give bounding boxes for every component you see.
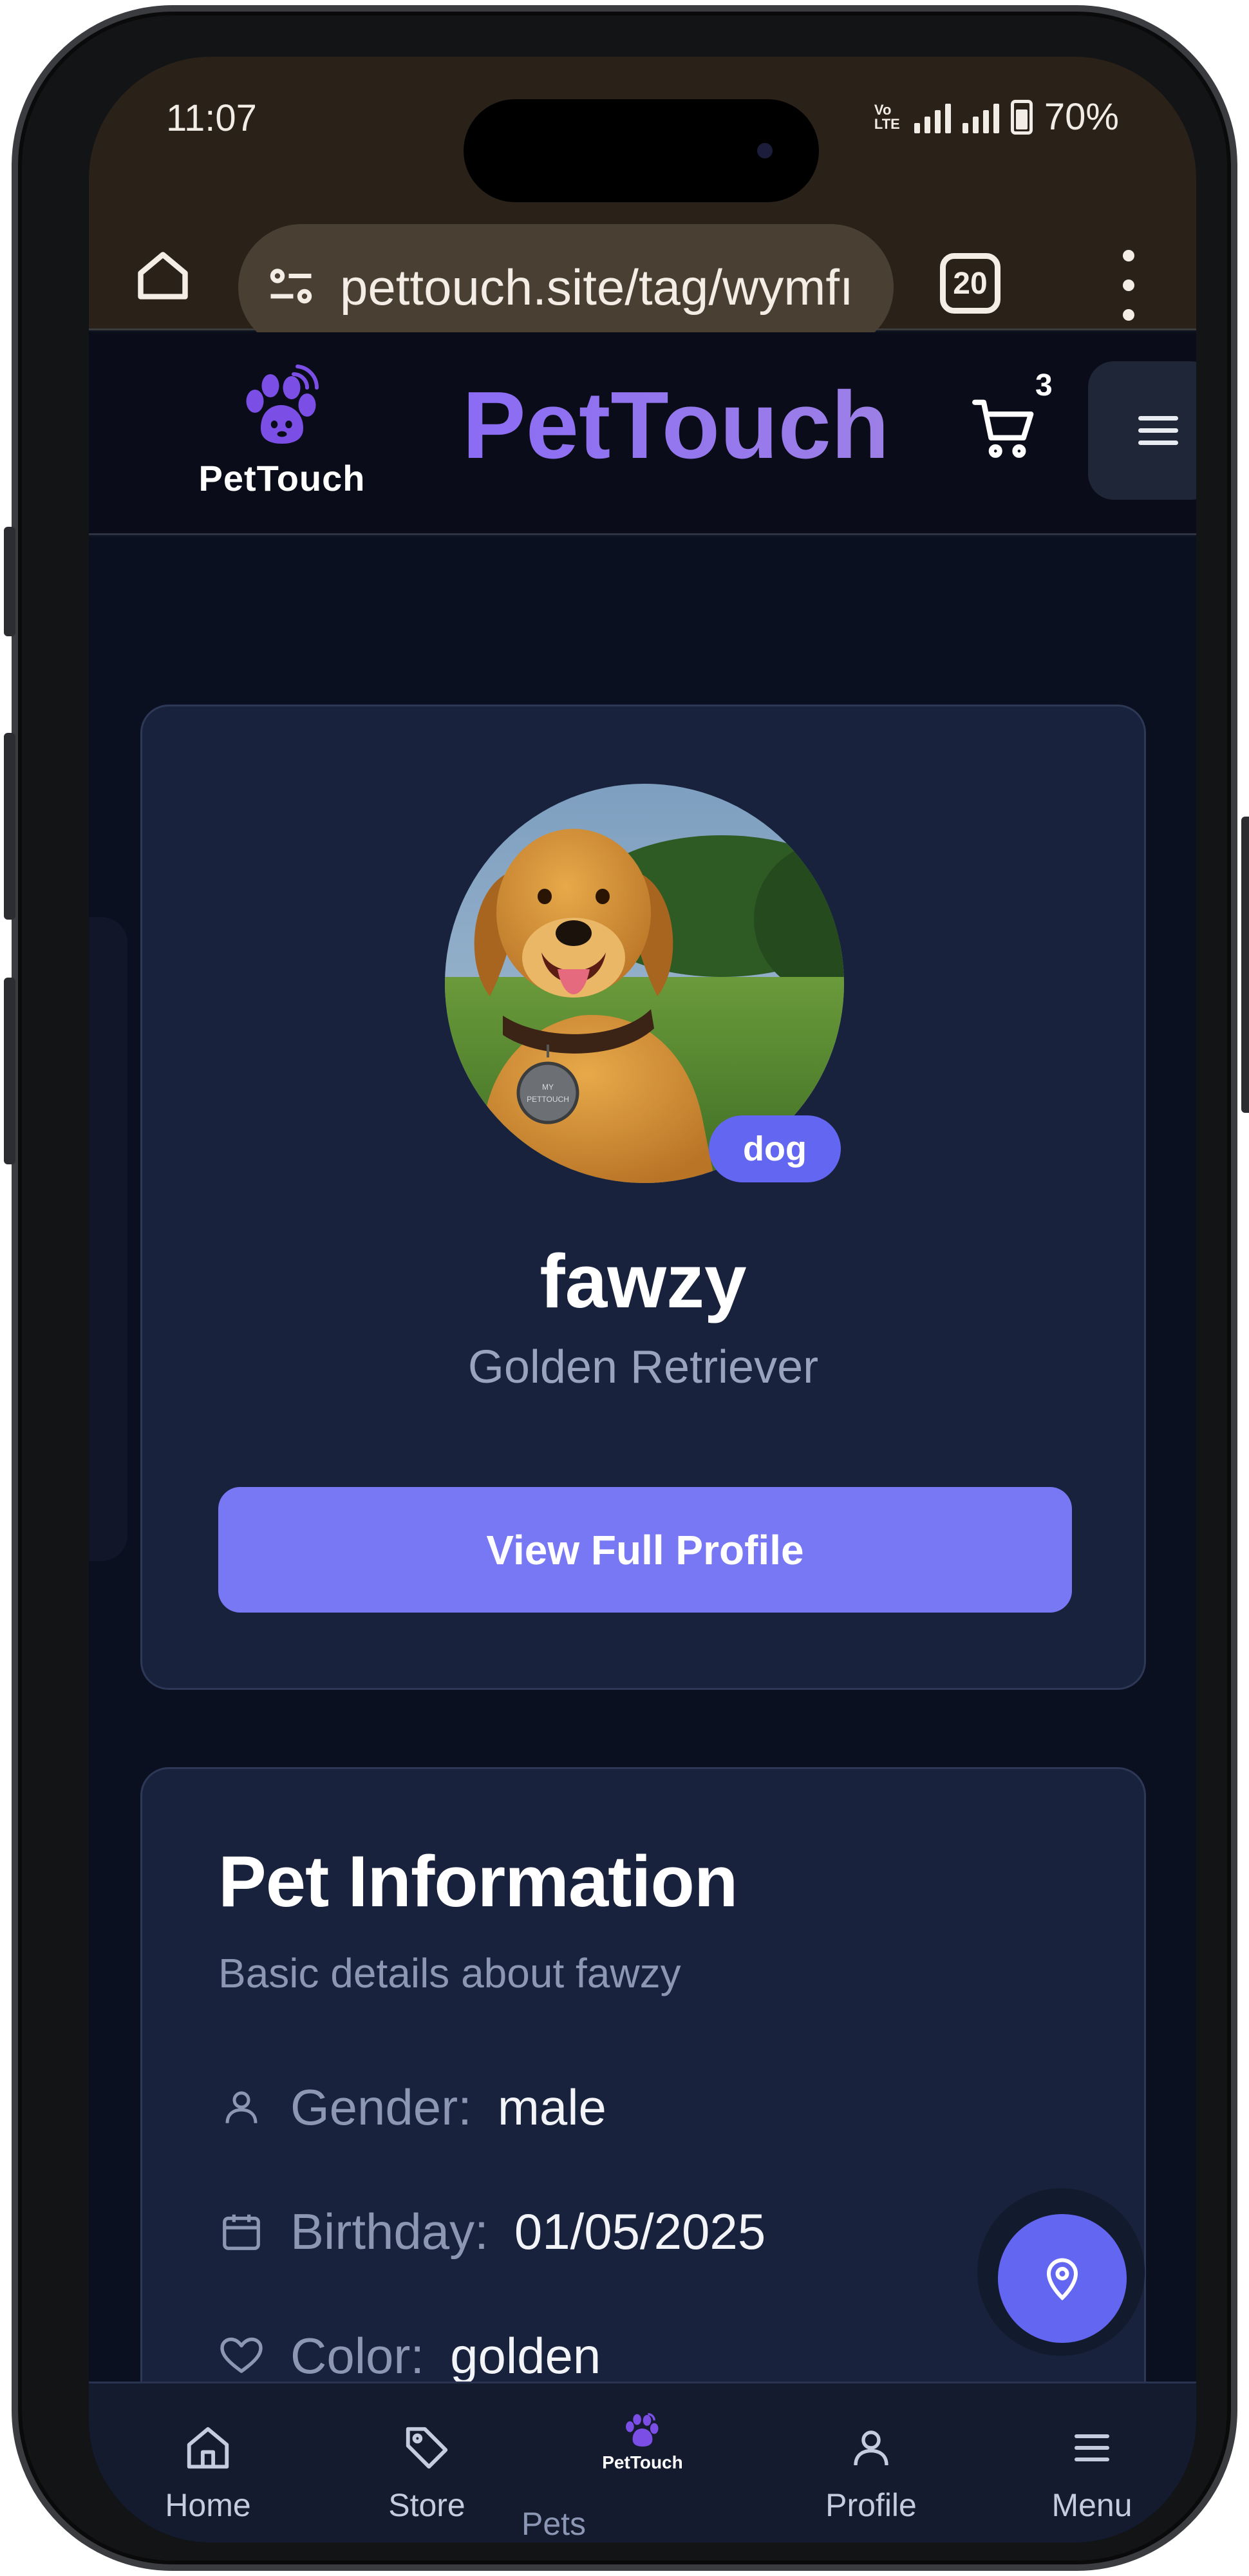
location-button[interactable] [998,2214,1127,2343]
signal-icon [914,101,951,133]
species-badge: dog [709,1115,841,1182]
paw-logo-icon [626,2412,659,2447]
pet-profile-card: MY PETTOUCH dog fawzy Golden Retriever V… [140,705,1146,1690]
info-label: Color: [290,2327,425,2384]
background-panel [89,917,127,1561]
view-full-profile-button[interactable]: View Full Profile [218,1487,1072,1613]
side-button-action [4,527,15,636]
browser-chrome: 11:07 Vo LTE 70% pettouch.site/tag/wymfı… [89,57,1196,350]
info-label: Gender: [290,2078,472,2136]
pet-name: fawzy [540,1239,747,1324]
url-bar[interactable]: pettouch.site/tag/wymfı [238,224,894,350]
info-value: 01/05/2025 [514,2202,766,2260]
camera-icon [757,143,773,158]
side-button-volume-down [4,978,15,1164]
nav-pets-label: Pets [521,2506,587,2542]
side-button-power [1241,817,1249,1113]
side-button-volume-up [4,733,15,920]
app-header: PetTouch PetTouch 3 [89,332,1196,535]
pettouch-logo[interactable]: PetTouch [185,357,379,505]
status-time: 11:07 [166,97,257,139]
cart-count-badge: 3 [1035,368,1053,402]
tag-icon [402,2416,452,2480]
site-settings-icon[interactable] [264,260,318,314]
nav-center-label: PetTouch [602,2452,683,2472]
info-row-gender: Gender: male [218,2072,606,2143]
more-options-icon[interactable] [1109,250,1148,321]
info-row-color: Color: golden [218,2320,601,2391]
battery-icon [1010,99,1033,135]
nav-label: Home [165,2487,251,2523]
nav-pets[interactable]: PetTouch [575,2406,710,2473]
phone-frame: 11:07 Vo LTE 70% pettouch.site/tag/wymfı… [4,5,1249,2571]
nav-label: Profile [825,2487,917,2523]
user-icon [848,2416,894,2480]
nav-store[interactable]: Store [346,2416,507,2543]
info-value: male [497,2078,606,2136]
phone-screen: 11:07 Vo LTE 70% pettouch.site/tag/wymfı… [89,57,1196,2543]
collar-tag-text-2: PETTOUCH [527,1095,569,1104]
section-title: Pet Information [218,1841,738,1922]
menu-button[interactable] [1088,361,1196,500]
heart-icon [218,2330,265,2382]
nav-menu[interactable]: Menu [1011,2416,1172,2543]
bottom-navigation: Home Store PetTouch Profile Menu [89,2382,1196,2543]
pet-breed: Golden Retriever [467,1341,819,1393]
info-label: Birthday: [290,2202,489,2260]
browser-home-button[interactable] [127,240,198,311]
collar-tag-text: MY [542,1083,554,1092]
nav-label: Store [388,2487,465,2523]
info-row-birthday: Birthday: 01/05/2025 [218,2196,765,2267]
home-icon [183,2416,233,2480]
signal-icon-2 [962,101,999,133]
dynamic-island [464,99,819,202]
nav-home[interactable]: Home [127,2416,288,2543]
paw-logo-icon [246,365,319,444]
volte-label: Vo LTE [874,101,900,132]
url-text[interactable]: pettouch.site/tag/wymfı [340,258,854,317]
hamburger-icon [1138,408,1178,453]
calendar-icon [218,2206,265,2257]
cart-icon[interactable] [969,393,1040,464]
brand-title: PetTouch [462,371,889,480]
logo-text: PetTouch [198,458,366,498]
user-icon [218,2081,265,2133]
tab-switcher-button[interactable]: 20 [940,253,1000,314]
info-value: golden [450,2327,601,2384]
nav-profile[interactable]: Profile [791,2416,952,2543]
battery-percent: 70% [1044,96,1119,138]
section-subtitle: Basic details about fawzy [218,1950,681,1996]
status-indicators: Vo LTE 70% [874,95,1119,138]
nav-label: Menu [1051,2487,1132,2523]
home-icon [138,252,188,299]
location-pin-icon [1046,2258,1078,2301]
menu-icon [1069,2416,1115,2480]
